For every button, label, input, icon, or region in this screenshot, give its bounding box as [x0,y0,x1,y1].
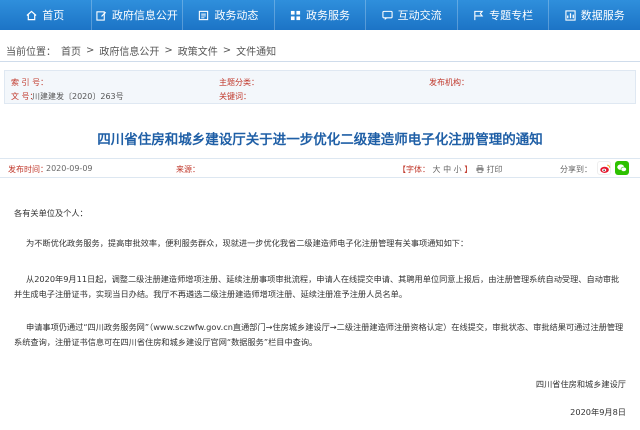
nav-gov-info-label: 政府信息公开 [111,9,178,22]
font-size-control: 【字体： 大 中 小 】 [398,164,472,175]
source-label: 来源： [176,165,200,174]
font-size-label: 【字体： [398,165,430,174]
font-size-large[interactable]: 大 [433,165,441,174]
breadcrumb-gov-info[interactable]: 政府信息公开 [99,43,159,58]
keywords-label: 关键词： [219,92,251,101]
nav-gov-news[interactable]: 政务动态 [183,0,275,30]
weibo-share-icon[interactable] [597,161,611,175]
grid-icon [290,10,301,20]
nav-data-service-label: 数据服务 [580,9,625,22]
nav-gov-info[interactable]: 政府信息公开 [92,0,184,30]
breadcrumb-home[interactable]: 首页 [61,43,81,58]
nav-special[interactable]: 专题专栏 [458,0,550,30]
font-size-end: 】 [464,165,473,174]
publish-date-label: 发布时间： [8,165,48,174]
nav-home-label: 首页 [42,9,65,22]
breadcrumb-separator: > [164,44,173,56]
breadcrumb-divider [0,61,640,62]
top-navigation: 首页 政府信息公开 政务动态 政务服务 互动交流 专题专栏 数据服务 [0,0,640,30]
home-icon [26,10,37,20]
signature-date: 2020年9月8日 [570,407,626,417]
nav-gov-news-label: 政务动态 [214,9,259,22]
font-size-small[interactable]: 小 [454,165,462,174]
info-bar: 发布时间： 2020-09-09 来源： 【字体： 大 中 小 】 打印 分享到… [0,158,640,178]
list-icon [199,10,209,20]
nav-interaction[interactable]: 互动交流 [366,0,458,30]
font-size-medium[interactable]: 中 [443,165,451,174]
print-icon [476,165,484,173]
document-meta: 索 引 号： 主题分类： 发布机构： 文 号： 川建建发〔2020〕263号 关… [4,70,636,104]
edit-icon [96,10,106,21]
nav-data-service[interactable]: 数据服务 [549,0,640,30]
print-label: 打印 [486,165,503,174]
nav-gov-service-label: 政务服务 [306,9,351,22]
wechat-share-icon[interactable] [615,161,629,175]
nav-home[interactable]: 首页 [0,0,92,30]
page-title: 四川省住房和城乡建设厅关于进一步优化二级建造师电子化注册管理的通知 [97,132,543,148]
nav-special-label: 专题专栏 [489,9,534,22]
nav-gov-service[interactable]: 政务服务 [275,0,367,30]
paragraph-3: 申请事项仍通过“四川政务服务网”（www.sczwfw.gov.cn直通部门→住… [14,322,624,347]
breadcrumb-separator: > [86,44,95,56]
breadcrumb: 当前位置： 首页 > 政府信息公开 > 政策文件 > 文件通知 [6,43,634,58]
nav-interaction-label: 互动交流 [397,9,442,22]
flag-icon [474,10,484,20]
chart-icon [565,9,576,21]
breadcrumb-separator: > [222,44,232,56]
paragraph-1: 为不断优化政务服务，提高审批效率，便利服务群众，现就进一步优化我省二级建造师电子… [26,238,469,248]
breadcrumb-notice[interactable]: 文件通知 [236,43,276,58]
issuer-label: 发布机构： [429,78,469,87]
print-button[interactable]: 打印 [476,164,503,175]
topic-label: 主题分类： [219,78,259,87]
breadcrumb-prefix: 当前位置： [6,46,56,58]
greeting: 各有关单位及个人： [14,208,88,218]
doc-number-value: 川建建发〔2020〕263号 [32,92,124,101]
index-number-label: 索 引 号： [11,78,49,87]
breadcrumb-policy[interactable]: 政策文件 [178,43,218,58]
publish-date-value: 2020-09-09 [46,164,93,173]
paragraph-2: 从2020年9月11日起，调整二级注册建造师增项注册、延续注册事项审批流程，申请… [14,274,620,299]
chat-icon [381,10,393,20]
signature-issuer: 四川省住房和城乡建设厅 [535,379,626,389]
share-label: 分享到： [560,165,592,174]
